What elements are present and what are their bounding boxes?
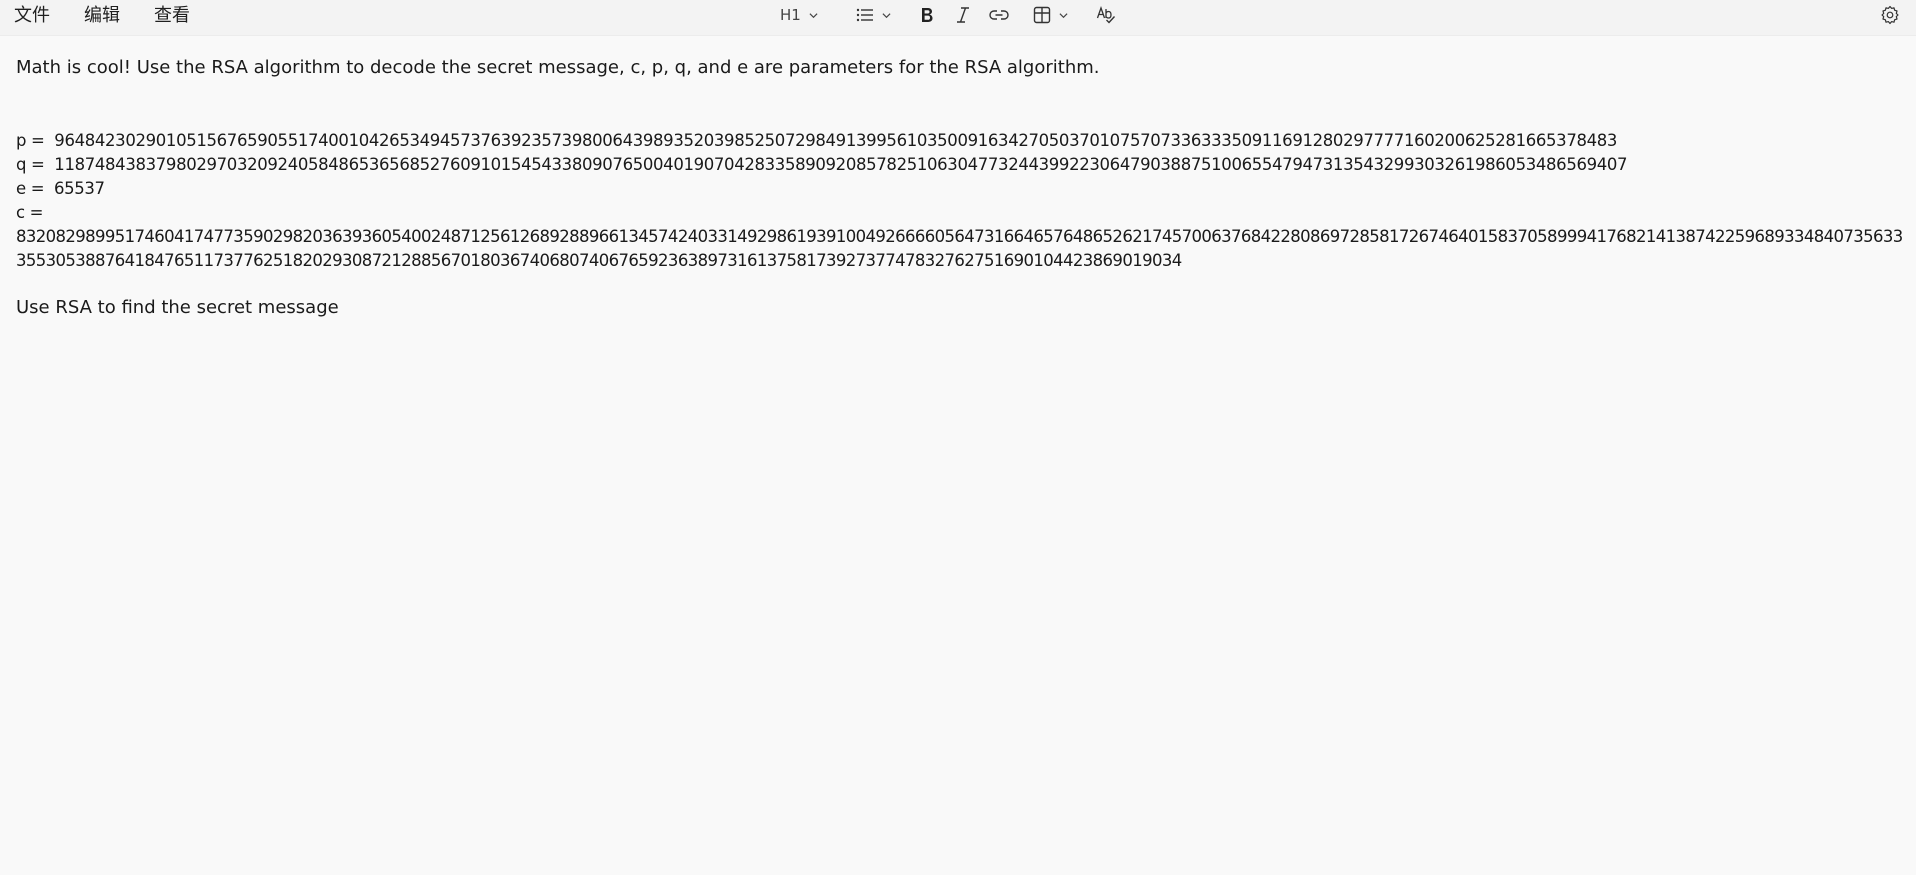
list-dropdown[interactable] — [856, 0, 891, 30]
format-bar: H1 — [780, 0, 1116, 30]
chevron-down-icon — [882, 12, 891, 18]
bold-button[interactable] — [919, 0, 935, 30]
heading-dropdown[interactable]: H1 — [780, 0, 818, 30]
bold-icon — [921, 8, 933, 22]
italic-icon — [956, 7, 969, 23]
c-value-line-1: 8320829899517460417477359029820363936054… — [16, 227, 1903, 246]
chevron-down-icon — [809, 12, 818, 18]
q-line: q = 118748438379802970320924058486536568… — [16, 153, 1903, 177]
c-value-line-2: 3553053887641847651173776251820293087212… — [16, 251, 1182, 270]
spellcheck-button[interactable] — [1096, 0, 1116, 30]
outro-paragraph: Use RSA to find the secret message — [16, 297, 339, 318]
table-icon — [1033, 6, 1051, 24]
menu-bar: 文件 编辑 查看 — [0, 0, 224, 32]
q-label: q = — [16, 155, 45, 174]
p-label: p = — [16, 131, 45, 150]
spellcheck-icon — [1096, 6, 1115, 24]
c-line: c = — [16, 201, 1903, 225]
bulleted-list-icon — [856, 8, 873, 22]
c-label: c = — [16, 203, 44, 222]
c-value: 8320829899517460417477359029820363936054… — [16, 225, 1903, 273]
heading-label: H1 — [780, 6, 801, 24]
e-value: 65537 — [53, 179, 105, 198]
e-label: e = — [16, 179, 45, 198]
chevron-down-icon — [1059, 12, 1068, 18]
link-icon — [989, 10, 1009, 20]
italic-button[interactable] — [955, 0, 971, 30]
menu-file[interactable]: 文件 — [14, 0, 50, 32]
menu-edit[interactable]: 编辑 — [84, 0, 120, 32]
link-button[interactable] — [989, 0, 1009, 30]
parameters-block: p = 964842302901051567659055174001042653… — [16, 129, 1903, 273]
menu-view[interactable]: 查看 — [154, 0, 190, 32]
q-value: 1187484383798029703209240584865365685276… — [54, 155, 1628, 174]
intro-paragraph: Math is cool! Use the RSA algorithm to d… — [16, 57, 1100, 78]
p-line: p = 964842302901051567659055174001042653… — [16, 129, 1903, 153]
p-value: 9648423029010515676590551740010426534945… — [54, 131, 1618, 150]
e-line: e = 65537 — [16, 177, 1903, 201]
editor-toolbar: 文件 编辑 查看 H1 — [0, 0, 1916, 36]
table-dropdown[interactable] — [1033, 0, 1068, 30]
gear-icon[interactable] — [1880, 5, 1900, 25]
